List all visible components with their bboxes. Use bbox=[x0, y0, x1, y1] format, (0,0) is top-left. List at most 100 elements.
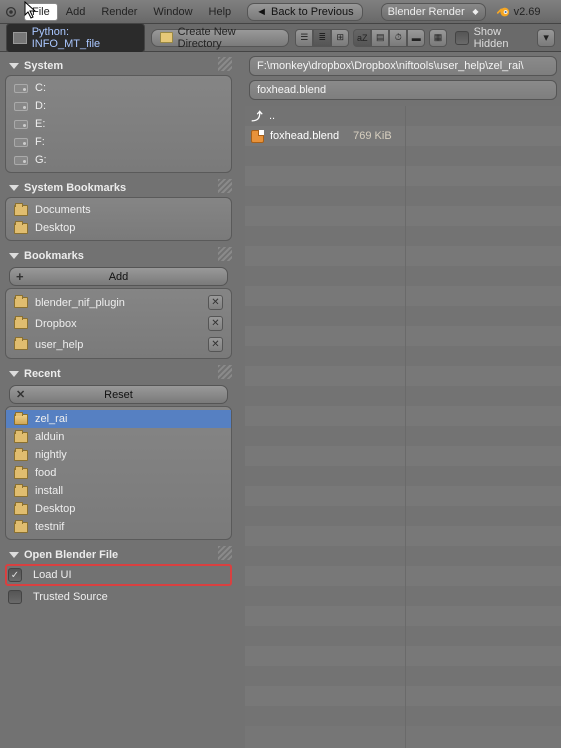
drive-item[interactable]: G: bbox=[6, 151, 231, 169]
plus-icon: + bbox=[16, 269, 24, 284]
disclose-icon bbox=[9, 63, 19, 69]
recent-item[interactable]: testnif bbox=[6, 518, 231, 536]
sidebar: System C: D: E: F: G: System Bookmarks D… bbox=[0, 52, 237, 748]
recent-item[interactable]: Desktop bbox=[6, 500, 231, 518]
create-new-directory-button[interactable]: Create New Directory bbox=[151, 29, 289, 47]
top-menu-bar: File Add Render Window Help ◄ Back to Pr… bbox=[0, 0, 561, 24]
render-engine-select[interactable]: Blender Render ◆ bbox=[381, 3, 486, 21]
panel-header-recent[interactable]: Recent bbox=[5, 365, 232, 383]
folder-icon bbox=[14, 486, 28, 497]
panel-bookmarks: blender_nif_plugin✕ Dropbox✕ user_help✕ bbox=[5, 288, 232, 359]
drive-icon bbox=[14, 120, 28, 129]
stripe-bg bbox=[245, 106, 561, 748]
drive-item[interactable]: F: bbox=[6, 133, 231, 151]
folder-icon bbox=[14, 297, 28, 308]
sort-ext-button[interactable]: ▤ bbox=[371, 29, 389, 47]
parent-dir-row[interactable]: ⤴ .. bbox=[245, 106, 561, 126]
trusted-source-checkbox[interactable]: Trusted Source bbox=[5, 586, 232, 608]
show-hidden-toggle-icon[interactable]: ▦ bbox=[429, 29, 447, 47]
folder-icon bbox=[14, 450, 28, 461]
drive-icon bbox=[14, 156, 28, 165]
folder-icon bbox=[14, 223, 28, 234]
blender-logo-icon bbox=[496, 5, 510, 19]
reset-recent-button[interactable]: ✕Reset bbox=[9, 385, 228, 404]
menu-help[interactable]: Help bbox=[201, 3, 240, 21]
recent-item[interactable]: nightly bbox=[6, 446, 231, 464]
up-arrow-icon: ⤴ bbox=[251, 110, 263, 122]
display-mode-buttons: ☰ ≣ ⊞ bbox=[295, 29, 349, 47]
folder-icon bbox=[14, 205, 28, 216]
view-list-long-button[interactable]: ≣ bbox=[313, 29, 331, 47]
bookmark-item[interactable]: blender_nif_plugin✕ bbox=[6, 292, 231, 313]
folder-icon bbox=[14, 522, 28, 533]
panel-system-bookmarks: Documents Desktop bbox=[5, 197, 232, 241]
back-to-previous-button[interactable]: ◄ Back to Previous bbox=[247, 3, 362, 21]
drive-icon bbox=[14, 102, 28, 111]
view-list-short-button[interactable]: ☰ bbox=[295, 29, 313, 47]
sort-alpha-button[interactable]: aZ bbox=[353, 29, 371, 47]
checkbox-icon bbox=[455, 31, 469, 45]
disclose-icon bbox=[9, 371, 19, 377]
version-label: v2.69 bbox=[496, 5, 541, 19]
folder-open-icon bbox=[14, 414, 28, 425]
remove-bookmark-button[interactable]: ✕ bbox=[208, 316, 223, 331]
drive-item[interactable]: E: bbox=[6, 115, 231, 133]
add-bookmark-button[interactable]: +Add bbox=[9, 267, 228, 286]
file-browser-main: F:\monkey\dropbox\Dropbox\niftools\user_… bbox=[237, 52, 561, 748]
script-icon bbox=[13, 32, 27, 44]
folder-icon bbox=[14, 432, 28, 443]
path-input[interactable]: F:\monkey\dropbox\Dropbox\niftools\user_… bbox=[249, 56, 557, 76]
blend-file-icon bbox=[251, 130, 264, 143]
folder-icon bbox=[14, 468, 28, 479]
panel-recent: zel_rai alduin nightly food install Desk… bbox=[5, 406, 232, 540]
panel-header-system-bookmarks[interactable]: System Bookmarks bbox=[5, 179, 232, 197]
bookmark-item[interactable]: Dropbox✕ bbox=[6, 313, 231, 334]
file-name: foxhead.blend bbox=[270, 130, 339, 142]
sort-buttons: aZ ▤ ⏱ ▬ bbox=[353, 29, 425, 47]
editor-type-icon[interactable] bbox=[4, 5, 18, 19]
bookmark-item[interactable]: Documents bbox=[6, 201, 231, 219]
filename-input[interactable]: foxhead.blend bbox=[249, 80, 557, 100]
menu-render[interactable]: Render bbox=[93, 3, 145, 21]
recent-item[interactable]: food bbox=[6, 464, 231, 482]
panel-header-open-file[interactable]: Open Blender File bbox=[5, 546, 232, 564]
load-ui-checkbox[interactable]: Load UI bbox=[5, 564, 232, 586]
drive-icon bbox=[14, 84, 28, 93]
filter-button[interactable]: ▾ bbox=[537, 29, 555, 47]
menu-file[interactable]: File bbox=[24, 3, 58, 21]
recent-item[interactable]: zel_rai bbox=[6, 410, 231, 428]
file-size: 769 KiB bbox=[353, 130, 392, 142]
recent-item[interactable]: alduin bbox=[6, 428, 231, 446]
recent-item[interactable]: install bbox=[6, 482, 231, 500]
arrow-left-icon: ◄ bbox=[256, 6, 267, 18]
main-menu: File Add Render Window Help bbox=[24, 3, 239, 21]
drive-item[interactable]: D: bbox=[6, 97, 231, 115]
folder-icon bbox=[160, 32, 173, 43]
disclose-icon bbox=[9, 552, 19, 558]
panel-header-bookmarks[interactable]: Bookmarks bbox=[5, 247, 232, 265]
drive-item[interactable]: C: bbox=[6, 79, 231, 97]
menu-add[interactable]: Add bbox=[58, 3, 94, 21]
column-divider bbox=[405, 106, 406, 748]
remove-bookmark-button[interactable]: ✕ bbox=[208, 295, 223, 310]
show-hidden-checkbox[interactable]: Show Hidden bbox=[455, 26, 538, 50]
python-info-button[interactable]: Python: INFO_MT_file bbox=[6, 23, 145, 53]
file-browser-header: Python: INFO_MT_file Create New Director… bbox=[0, 24, 561, 52]
disclose-icon bbox=[9, 185, 19, 191]
remove-bookmark-button[interactable]: ✕ bbox=[208, 337, 223, 352]
checkbox-checked-icon bbox=[8, 568, 22, 582]
folder-icon bbox=[14, 318, 28, 329]
panel-system: C: D: E: F: G: bbox=[5, 75, 232, 173]
panel-header-system[interactable]: System bbox=[5, 57, 232, 75]
bookmark-item[interactable]: Desktop bbox=[6, 219, 231, 237]
folder-icon bbox=[14, 504, 28, 515]
folder-icon bbox=[14, 339, 28, 350]
menu-window[interactable]: Window bbox=[145, 3, 200, 21]
sort-time-button[interactable]: ⏱ bbox=[389, 29, 407, 47]
view-thumbnail-button[interactable]: ⊞ bbox=[331, 29, 349, 47]
file-row[interactable]: foxhead.blend 769 KiB bbox=[245, 126, 561, 146]
drive-icon bbox=[14, 138, 28, 147]
bookmark-item[interactable]: user_help✕ bbox=[6, 334, 231, 355]
sort-size-button[interactable]: ▬ bbox=[407, 29, 425, 47]
file-list[interactable]: ⤴ .. foxhead.blend 769 KiB bbox=[245, 106, 561, 748]
